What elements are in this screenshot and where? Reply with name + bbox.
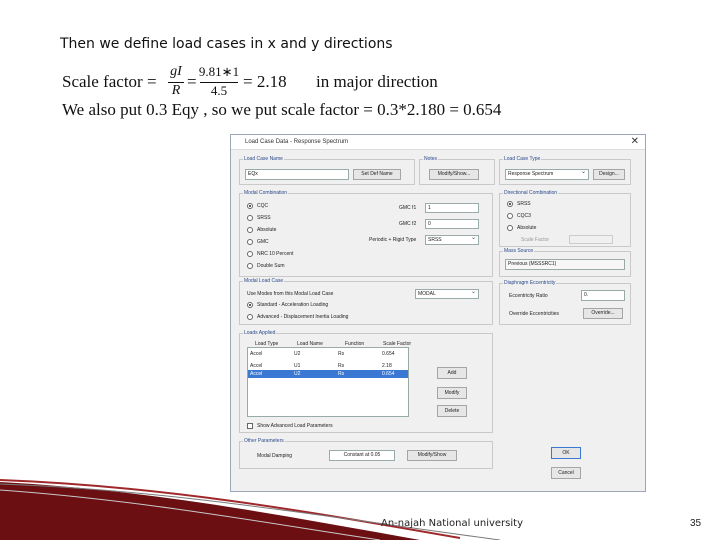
notes-modify-show-button[interactable]: Modify/Show...	[429, 169, 479, 180]
loads-table: Accel U2 Rs 0.654 Accel U1 Rs 2.18 Accel…	[247, 347, 409, 417]
other-parameters-group-label: Other Parameters	[243, 438, 285, 444]
periodic-rigid-select[interactable]: SRSS	[425, 235, 479, 245]
fraction-denominator: R	[171, 83, 181, 98]
load-case-name-group-label: Load Case Name	[243, 156, 284, 162]
dialog-titlebar: Load Case Data - Response Spectrum ✕	[231, 135, 645, 150]
standard-loading-radio[interactable]	[247, 302, 253, 308]
page-number: 35	[690, 518, 702, 529]
periodic-rigid-label: Periodic + Rigid Type	[369, 237, 417, 243]
table-cell: U2	[294, 351, 301, 357]
modal-option-double-sum: Double Sum	[257, 263, 285, 269]
modal-option-gmc: GMC	[257, 239, 269, 245]
gmc-f1-input[interactable]: 1	[425, 203, 479, 213]
footer-institution: An-najah National university	[381, 518, 523, 529]
table-cell: Accel	[250, 363, 263, 369]
modal-option-cqc-radio[interactable]	[247, 203, 253, 209]
modal-option-cqc: CQC	[257, 203, 269, 209]
ok-button[interactable]: OK	[551, 447, 581, 459]
modal-option-gmc-radio[interactable]	[247, 239, 253, 245]
standard-loading-label: Standard - Acceleration Loading	[257, 302, 329, 308]
equation-result: = 2.18	[243, 72, 287, 91]
table-cell: U2	[294, 371, 301, 377]
modal-option-absolute-radio[interactable]	[247, 227, 253, 233]
table-cell: Rs	[338, 351, 345, 357]
table-cell: 0.654	[382, 351, 395, 357]
fraction-numerator: gI	[170, 64, 182, 79]
fraction-numerator-value: 9.81∗1	[198, 64, 240, 79]
modal-option-nrc: NRC 10 Percent	[257, 251, 294, 257]
advanced-loading-radio[interactable]	[247, 314, 253, 320]
equation-lhs: Scale factor =	[62, 72, 157, 91]
table-cell: Rs	[338, 363, 345, 369]
directional-absolute-radio[interactable]	[507, 225, 513, 231]
table-cell: 2.18	[382, 363, 392, 369]
load-case-dialog: Load Case Data - Response Spectrum ✕ Loa…	[230, 134, 646, 492]
load-case-type-group-label: Load Case Type	[503, 156, 542, 162]
eccentricity-ratio-label: Eccentricity Ratio	[509, 293, 548, 299]
modify-button[interactable]: Modify	[437, 387, 467, 399]
set-def-name-button[interactable]: Set Def Name	[353, 169, 401, 180]
directional-srss-radio[interactable]	[507, 201, 513, 207]
show-advanced-checkbox[interactable]	[247, 423, 253, 429]
table-cell: Accel	[250, 371, 263, 377]
fraction-denominator-value: 4.5	[210, 83, 228, 98]
gmc-f2-label: GMC f2	[399, 221, 417, 227]
modal-combination-group-label: Modal Combination	[243, 190, 289, 196]
load-case-type-select[interactable]: Response Spectrum	[505, 169, 589, 180]
table-row[interactable]: Accel U1 Rs 2.18	[248, 362, 408, 370]
cancel-button[interactable]: Cancel	[551, 467, 581, 479]
modal-load-case-group-label: Modal Load Case	[243, 278, 285, 284]
use-modes-label: Use Modes from this Modal Load Case	[247, 291, 334, 297]
table-row-selected[interactable]: Accel U2 Rs 0.654	[248, 370, 408, 378]
advanced-loading-label: Advanced - Displacement Inertia Loading	[257, 314, 349, 320]
modal-case-select[interactable]: MODAL	[415, 289, 479, 299]
eccentricity-ratio-input[interactable]: 0.	[581, 290, 625, 301]
modal-damping-label: Modal Damping	[257, 453, 293, 459]
mass-source-group-label: Mass Source	[503, 248, 535, 254]
gmc-f2-input[interactable]: 0	[425, 219, 479, 229]
modal-damping-value: Constant at 0.05	[329, 450, 395, 461]
directional-cqc3: CQC3	[517, 213, 531, 219]
directional-absolute: Absolute	[517, 225, 537, 231]
load-case-name-input[interactable]: EQx	[245, 169, 349, 180]
equals-sign: =	[187, 72, 197, 91]
equation-line-2: We also put 0.3 Eqy , so we put scale fa…	[62, 100, 502, 119]
modal-option-srss: SRSS	[257, 215, 271, 221]
override-eccentricities-label: Override Eccentricities	[509, 311, 560, 317]
modal-option-double-sum-radio[interactable]	[247, 263, 253, 269]
modal-damping-modify-show-button[interactable]: Modify/Show	[407, 450, 457, 461]
table-edit-row[interactable]: Accel U2 Rs 0.654	[248, 350, 408, 358]
modal-option-nrc-radio[interactable]	[247, 251, 253, 257]
table-cell: Accel	[250, 351, 263, 357]
directional-combination-group-label: Directional Combination	[503, 190, 559, 196]
gmc-f1-label: GMC f1	[399, 205, 417, 211]
directional-srss: SRSS	[517, 201, 531, 207]
table-cell: Rs	[338, 371, 345, 377]
scale-factor-label: Scale Factor	[521, 237, 550, 243]
modal-option-absolute: Absolute	[257, 227, 277, 233]
scale-factor-input[interactable]	[569, 235, 613, 244]
close-icon[interactable]: ✕	[631, 136, 639, 147]
modal-option-srss-radio[interactable]	[247, 215, 253, 221]
override-button[interactable]: Override...	[583, 308, 623, 319]
diaphragm-eccentricity-group-label: Diaphragm Eccentricity	[503, 280, 557, 286]
dialog-title: Load Case Data - Response Spectrum	[245, 139, 349, 145]
notes-group-label: Notes	[423, 156, 439, 162]
show-advanced-label: Show Advanced Load Parameters	[257, 423, 333, 429]
directional-cqc3-radio[interactable]	[507, 213, 513, 219]
slide-heading: Then we define load cases in x and y dir…	[60, 36, 393, 52]
table-cell: 0.654	[382, 371, 395, 377]
design-button[interactable]: Design...	[593, 169, 625, 180]
delete-button[interactable]: Delete	[437, 405, 467, 417]
add-button[interactable]: Add	[437, 367, 467, 379]
mass-source-value: Previous (MSSSRC1)	[505, 259, 625, 270]
loads-applied-group-label: Loads Applied	[243, 330, 277, 336]
equation-note: in major direction	[316, 72, 438, 91]
table-cell: U1	[294, 363, 301, 369]
